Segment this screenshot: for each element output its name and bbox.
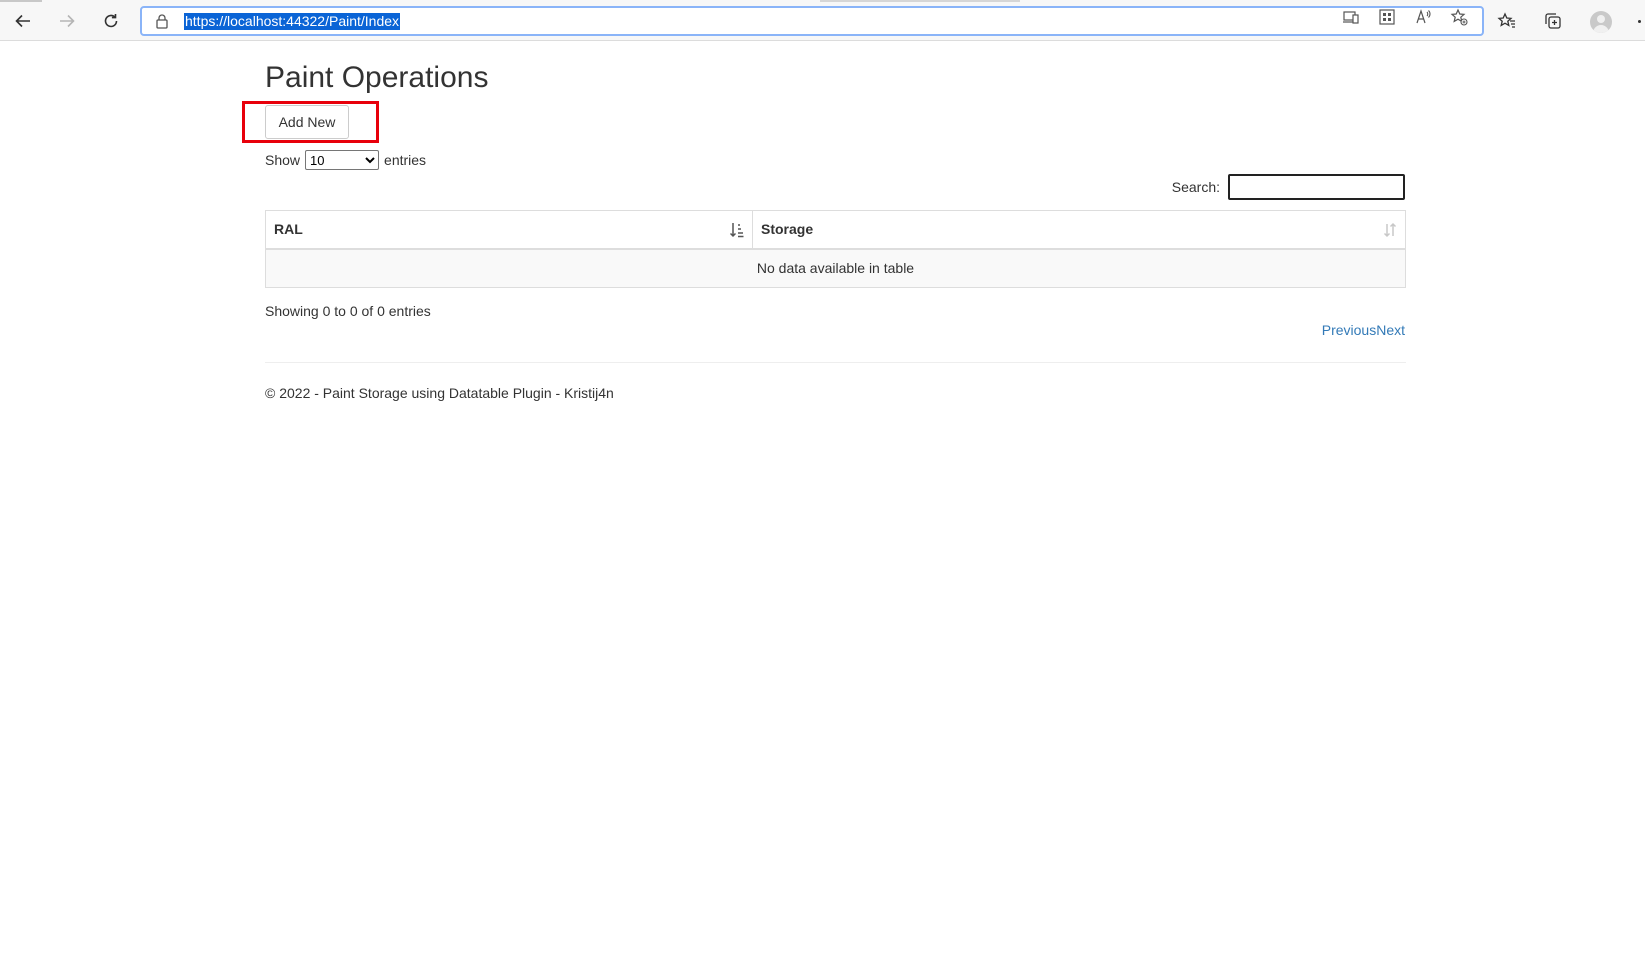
footer-text: © 2022 - Paint Storage using Datatable P… [265, 385, 614, 401]
column-header-storage[interactable]: Storage [752, 210, 1406, 250]
column-header-label: Storage [761, 221, 814, 238]
table-row: No data available in table [265, 248, 1406, 288]
device-icon[interactable] [1340, 6, 1362, 28]
more-icon[interactable] [1638, 20, 1641, 23]
pagination: Previous Next [1322, 322, 1405, 338]
refresh-icon[interactable] [98, 8, 124, 34]
address-bar[interactable]: https://localhost:44322/Paint/Index [140, 6, 1484, 36]
page-title: Paint Operations [265, 61, 489, 94]
read-aloud-icon[interactable] [1412, 6, 1434, 28]
footer-divider [265, 362, 1406, 363]
forward-icon[interactable] [54, 8, 80, 34]
collections-icon[interactable] [1541, 9, 1565, 33]
profile-avatar[interactable] [1590, 11, 1612, 33]
tab-strip-edge [820, 0, 1020, 2]
favorites-icon[interactable] [1495, 9, 1519, 33]
next-page-link[interactable]: Next [1376, 322, 1405, 338]
lock-icon[interactable] [154, 13, 170, 29]
column-header-ral[interactable]: RAL [265, 210, 753, 250]
browser-toolbar: https://localhost:44322/Paint/Index [0, 0, 1645, 41]
sort-ascending-icon [730, 223, 744, 238]
add-favorite-icon[interactable] [1448, 6, 1470, 28]
add-new-button[interactable]: Add New [265, 105, 349, 139]
search-control: Search: [1172, 174, 1405, 200]
column-header-label: RAL [274, 221, 303, 238]
show-label: Show [265, 152, 301, 168]
table-info: Showing 0 to 0 of 0 entries [265, 303, 431, 319]
empty-table-message: No data available in table [265, 248, 1406, 288]
search-label: Search: [1171, 179, 1220, 195]
entries-length-control: Show 10 entries [265, 150, 426, 170]
search-input[interactable] [1228, 174, 1405, 200]
table-header-row: RAL Storage [265, 210, 1406, 250]
paint-table: RAL Storage No data available in table [265, 210, 1406, 288]
apps-icon[interactable] [1376, 6, 1398, 28]
entries-per-page-select[interactable]: 10 [305, 150, 380, 170]
entries-label: entries [384, 152, 427, 168]
previous-page-link[interactable]: Previous [1322, 322, 1376, 338]
url-text[interactable]: https://localhost:44322/Paint/Index [184, 13, 401, 30]
sort-both-icon [1383, 222, 1397, 238]
tab-strip-edge [0, 0, 42, 2]
back-icon[interactable] [10, 8, 36, 34]
